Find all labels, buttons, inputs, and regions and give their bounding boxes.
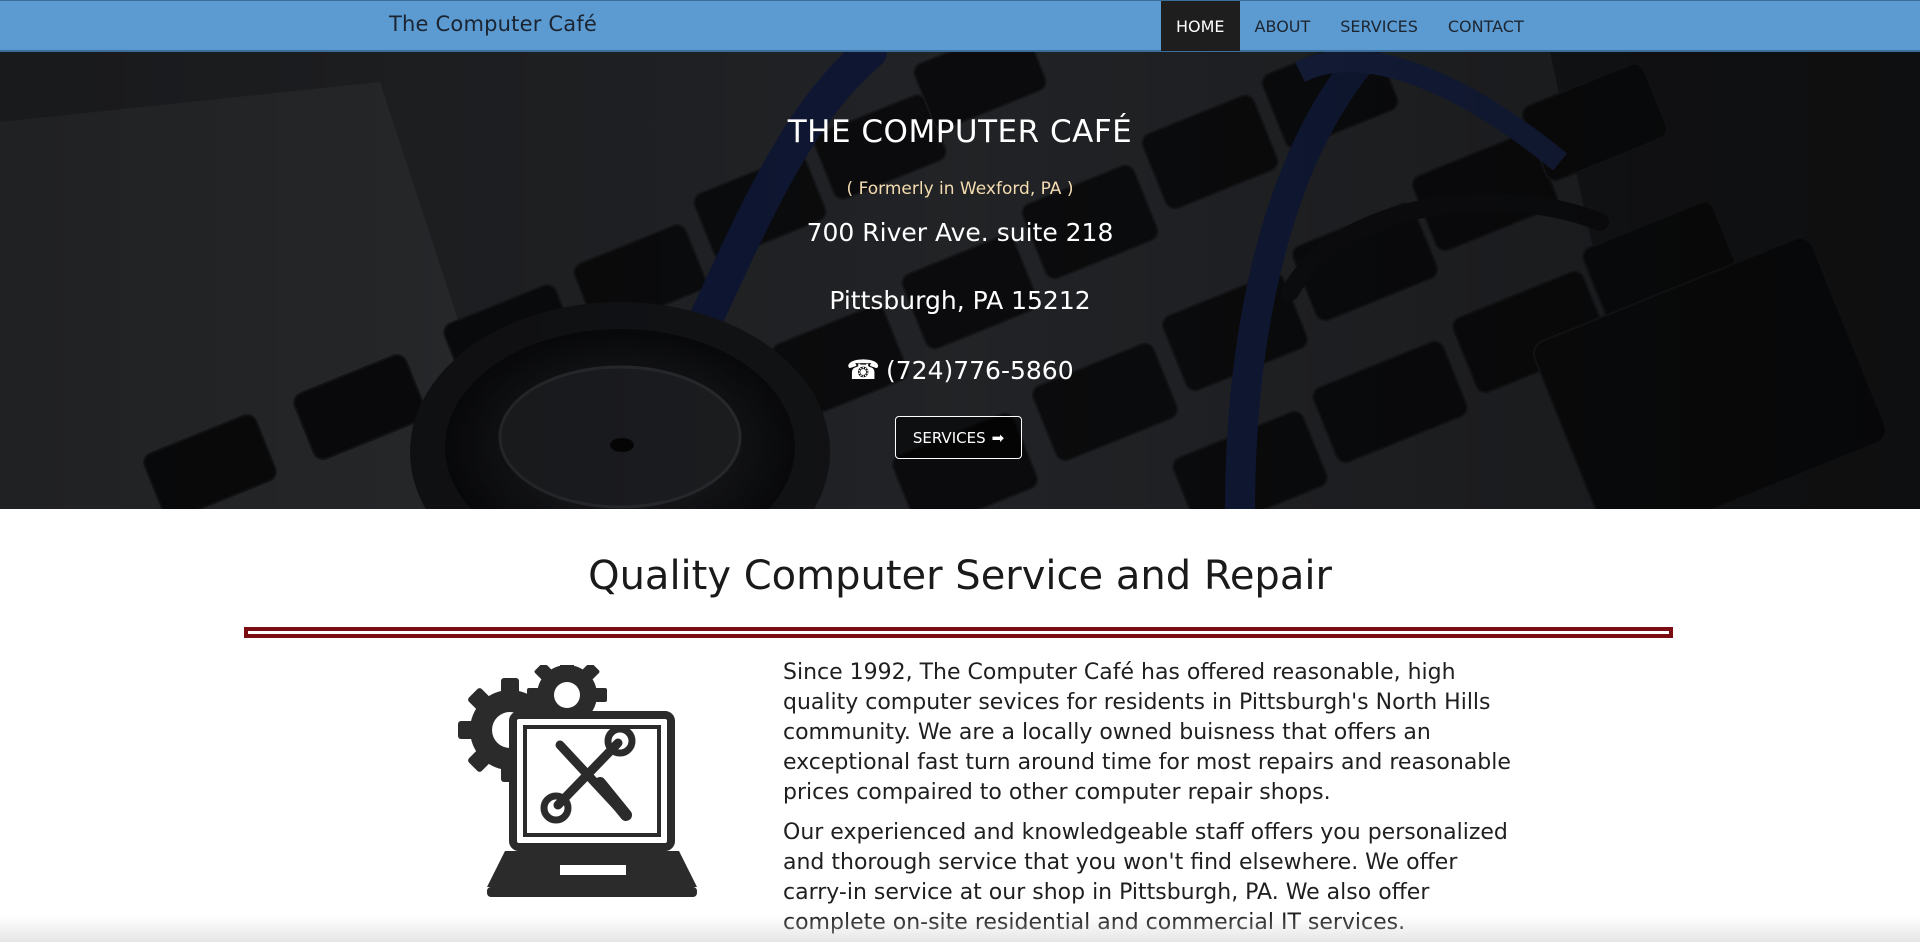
hero-address-line1: 700 River Ave. suite 218 bbox=[806, 218, 1114, 247]
services-button[interactable]: SERVICES ➡ bbox=[895, 416, 1022, 459]
nav-item-contact[interactable]: CONTACT bbox=[1433, 1, 1539, 51]
nav-item-home[interactable]: HOME bbox=[1161, 1, 1240, 51]
section-divider bbox=[244, 627, 1673, 638]
nav-item-about[interactable]: ABOUT bbox=[1240, 1, 1326, 51]
nav-item-services[interactable]: SERVICES bbox=[1325, 1, 1433, 51]
hero-phone[interactable]: ☎ (724)776-5860 bbox=[0, 355, 1920, 386]
services-button-label: SERVICES bbox=[912, 428, 986, 447]
hero-banner: THE COMPUTER CAFÉ ( Formerly in Wexford,… bbox=[0, 52, 1920, 509]
intro-paragraph-1: Since 1992, The Computer Café has offere… bbox=[783, 660, 1511, 805]
hero-address-line2: Pittsburgh, PA 15212 bbox=[829, 286, 1091, 315]
brand-link[interactable]: The Computer Café bbox=[389, 12, 597, 36]
arrow-right-icon: ➡ bbox=[991, 428, 1005, 447]
nav-menu: HOME ABOUT SERVICES CONTACT bbox=[1161, 1, 1539, 51]
phone-number[interactable]: (724)776-5860 bbox=[886, 356, 1074, 385]
hero-title: THE COMPUTER CAFÉ bbox=[787, 114, 1133, 150]
bottom-shadow bbox=[0, 915, 1920, 942]
hero-former-location: ( Formerly in Wexford, PA ) bbox=[846, 179, 1074, 199]
computer-repair-icon bbox=[458, 665, 697, 897]
phone-icon: ☎ bbox=[846, 355, 881, 386]
navbar: The Computer Café HOME ABOUT SERVICES CO… bbox=[0, 0, 1920, 52]
section-title: Quality Computer Service and Repair bbox=[588, 553, 1332, 599]
